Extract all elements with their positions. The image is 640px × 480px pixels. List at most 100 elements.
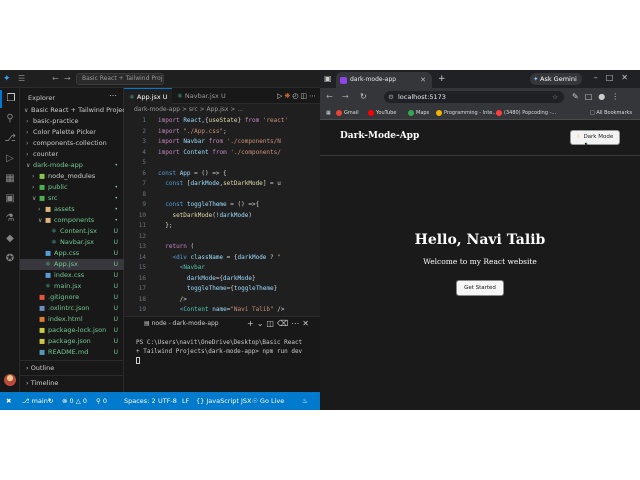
timeline-section[interactable]: › Timeline (20, 375, 124, 389)
bookmark-item[interactable]: Gmail (336, 106, 359, 120)
tree-folder[interactable]: › basic-practice (20, 116, 124, 127)
dark-mode-toggle-button[interactable]: ☾ Dark Mode (570, 130, 620, 145)
command-center-search[interactable]: Basic React + Tailwind Projects (76, 73, 164, 85)
get-started-button[interactable]: Get Started (456, 280, 504, 296)
tree-file[interactable]: ■ package-lock.json U (20, 325, 124, 336)
forward-arrow-icon[interactable]: → (64, 74, 71, 84)
tree-file[interactable]: ⚛ Content.jsx U (20, 226, 124, 237)
code-line[interactable]: 9 const toggleTheme = () =>{ (124, 200, 320, 211)
tree-folder[interactable]: › ■ node_modules (20, 171, 124, 182)
tree-folder[interactable]: ∨ ■ src • (20, 193, 124, 204)
chevron-down-icon[interactable]: ⌄ (257, 319, 267, 328)
run-debug-icon[interactable]: ▷ (0, 150, 20, 168)
terminal-tab[interactable]: ▤ node - dark-mode-app (144, 319, 219, 329)
breadcrumb[interactable]: dark-mode-app > src > App.jsx > ... (134, 105, 243, 115)
edit-icon[interactable]: ✎ (572, 92, 585, 101)
minimize-icon[interactable]: – (594, 73, 606, 82)
tab-search-icon[interactable]: ▣ (324, 73, 332, 85)
tab-app-jsx[interactable]: ⚛ App.jsx U (124, 88, 172, 104)
code-line[interactable]: 15 <Navbar (124, 263, 320, 274)
ports-icon[interactable]: ⚲ 0 (96, 392, 107, 410)
tree-folder[interactable]: ∨ ■ components • (20, 215, 124, 226)
tree-folder[interactable]: › counter (20, 149, 124, 160)
sync-icon[interactable]: ↻ (48, 392, 53, 410)
account-avatar[interactable] (4, 374, 16, 386)
code-line[interactable]: 8 (124, 190, 320, 201)
close-window-icon[interactable]: ✕ (621, 73, 636, 82)
split-editor-icon[interactable]: ◫ (300, 92, 309, 100)
code-line[interactable]: 11 }; (124, 221, 320, 232)
code-line[interactable]: 2 import "./App.css"; (124, 127, 320, 138)
split-terminal-icon[interactable]: ◫ (266, 319, 277, 328)
code-line[interactable]: 4 import Content from './components/ (124, 148, 320, 159)
new-tab-button[interactable]: + (438, 73, 446, 85)
code-line[interactable]: 12 (124, 232, 320, 243)
tree-file[interactable]: ⚛ App.jsx U (20, 259, 124, 270)
python-icon[interactable]: ◆ (0, 230, 20, 248)
tree-file[interactable]: ■ README.md U (20, 347, 124, 358)
search-icon[interactable]: ⚲ (0, 110, 20, 128)
back-arrow-icon[interactable]: ← (52, 74, 59, 84)
more-actions-icon[interactable]: ⋯ (291, 319, 302, 328)
more-actions-icon[interactable]: ⋯ (309, 92, 318, 100)
remote-explorer-icon[interactable]: ▣ (0, 190, 20, 208)
code-line[interactable]: 13 return ( (124, 242, 320, 253)
bookmark-star-icon[interactable]: ☆ (552, 91, 558, 103)
tab-navbar-jsx[interactable]: ⚛ Navbar.jsx U (172, 88, 234, 104)
close-tab-icon[interactable]: ✕ (420, 72, 426, 88)
address-bar[interactable]: ⚙ localhost:5173 ☆ (384, 91, 564, 103)
language-mode[interactable]: {} JavaScript JSX (196, 392, 252, 410)
tree-folder[interactable]: › components-collection (20, 138, 124, 149)
trash-icon[interactable]: ⌫ (277, 319, 291, 328)
encoding-setting[interactable]: UTF-8 (158, 392, 177, 410)
go-live-button[interactable]: ☉ Go Live (252, 392, 284, 410)
live-share-icon[interactable]: ✪ (0, 250, 20, 268)
code-line[interactable]: 16 darkMode={darkMode} (124, 274, 320, 285)
extensions-icon[interactable]: □ (585, 92, 599, 101)
source-control-icon[interactable]: ⎇ (0, 130, 20, 148)
code-line[interactable]: 14 <div className = {darkMode ? " (124, 253, 320, 264)
all-bookmarks-button[interactable]: □ All Bookmarks (590, 106, 632, 120)
tree-file[interactable]: ■ .gitignore U (20, 292, 124, 303)
tree-file[interactable]: ⚛ main.jsx U (20, 281, 124, 292)
tree-file[interactable]: ■ index.css U (20, 270, 124, 281)
close-icon[interactable]: ✕ (302, 319, 312, 328)
tree-file[interactable]: ⚛ Navbar.jsx U (20, 237, 124, 248)
browser-tab[interactable]: dark-mode-app ✕ (336, 72, 432, 88)
profile-icon[interactable]: ● (598, 92, 611, 101)
back-icon[interactable]: ← (326, 91, 333, 103)
branch-indicator[interactable]: ⎇ main* (22, 392, 51, 410)
code-line[interactable]: 5 (124, 158, 320, 169)
more-actions-icon[interactable]: ⋯ (109, 91, 117, 100)
tree-file[interactable]: ■ .oxlintrc.json U (20, 303, 124, 314)
extensions-icon[interactable]: ▦ (0, 170, 20, 188)
bookmark-item[interactable]: Programming - Inte... (436, 106, 497, 120)
tree-folder[interactable]: ∨ dark-mode-app • (20, 160, 124, 171)
notifications-bell-icon[interactable]: ♨ (302, 392, 308, 410)
bookmark-item[interactable]: (3480) Popcoding -... (496, 106, 556, 120)
bookmark-item[interactable]: Maps (408, 106, 429, 120)
ask-gemini-button[interactable]: ✦ Ask Gemini (530, 73, 582, 85)
code-line[interactable]: 1 import React,{useState} from 'react' (124, 116, 320, 127)
bookmark-item[interactable]: YouTube (368, 106, 396, 120)
tree-folder[interactable]: › ■ assets • (20, 204, 124, 215)
menu-icon[interactable]: ☰ (18, 74, 25, 84)
reload-icon[interactable]: ↻ (360, 91, 367, 103)
new-terminal-icon[interactable]: + (247, 319, 257, 328)
forward-icon[interactable]: → (342, 91, 349, 103)
tree-file[interactable]: ■ index.html U (20, 314, 124, 325)
code-line[interactable]: 18 /> (124, 295, 320, 306)
tree-folder[interactable]: › Color Palette Picker (20, 127, 124, 138)
eol-setting[interactable]: LF (182, 392, 189, 410)
workspace-root[interactable]: ∨ Basic React + Tailwind Projects (20, 105, 124, 116)
outline-section[interactable]: › Outline (20, 360, 124, 374)
explorer-icon[interactable]: ❐ (0, 90, 20, 108)
problems-indicator[interactable]: ⊗ 0 △ 0 (62, 392, 87, 410)
maximize-icon[interactable]: □ (606, 73, 622, 82)
terminal-output[interactable]: PS C:\Users\navit\OneDrive\Desktop\Basic… (136, 338, 318, 365)
code-line[interactable]: 17 toggleTheme={toggleTheme} (124, 284, 320, 295)
testing-icon[interactable]: ⚗ (0, 210, 20, 228)
remote-indicator-icon[interactable]: ✖ (6, 392, 11, 410)
code-line[interactable]: 6 const App = () => { (124, 169, 320, 180)
code-line[interactable]: 19 <Content name="Navi Talib" /> (124, 305, 320, 316)
